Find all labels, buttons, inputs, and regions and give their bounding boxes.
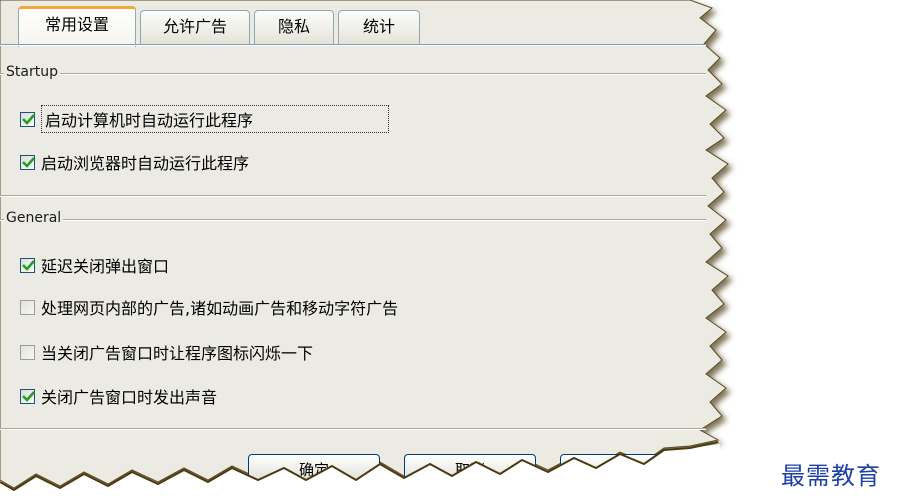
watermark-text: 最需教育 bbox=[781, 462, 881, 490]
torn-edge-overlay bbox=[0, 441, 720, 504]
settings-dialog: 常用设置 允许广告 隐私 统计 Startup 启动计算机时自动运行此程序 启动… bbox=[0, 0, 902, 504]
